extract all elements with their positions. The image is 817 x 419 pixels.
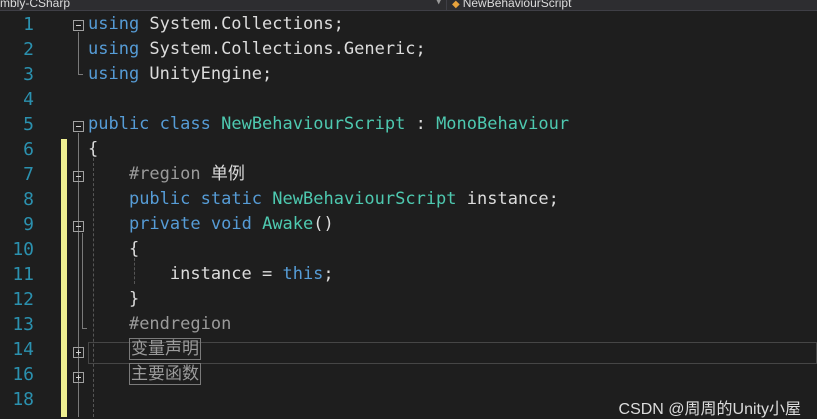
line-number: 14 [12,339,34,360]
line-number: 9 [23,214,34,235]
code-token: UnityEngine; [139,64,273,84]
code-token: 单例 [210,164,245,184]
code-token: using [88,39,140,59]
code-line[interactable]: 变量声明 [88,337,201,362]
code-line[interactable]: { [88,237,139,262]
code-token: using [88,14,140,34]
collapsed-region[interactable]: 主要函数 [128,363,201,385]
class-dropdown[interactable]: ◆ NewBehaviourScript [452,0,817,10]
code-token: void [210,214,252,234]
code-token: instance = [88,264,283,284]
code-token: using [88,64,140,84]
outline-line [82,328,87,329]
code-line[interactable]: } [88,287,139,312]
code-token: instance; [456,189,559,209]
project-dropdown[interactable]: mbly-CSharp [0,0,447,10]
code-line[interactable]: { [88,137,98,162]
code-line[interactable]: using System.Collections; [88,12,344,37]
code-token: #region [128,164,211,184]
code-line[interactable]: using System.Collections.Generic; [88,37,426,62]
collapse-icon[interactable] [73,171,84,182]
code-token: { [88,139,99,159]
expand-icon[interactable] [73,347,84,358]
line-number: 2 [23,39,34,60]
code-editor[interactable]: 1 2 3 4 5 6 7 8 9 10 11 12 13 14 16 18 using System.Col… [0,11,817,418]
code-token: () [313,214,334,234]
code-line[interactable]: #endregion [88,312,231,337]
code-line[interactable]: 主要函数 [88,362,201,387]
line-number: 18 [12,389,34,410]
code-token: static [200,189,263,209]
code-line[interactable]: private void Awake() [88,212,334,237]
collapse-icon[interactable] [73,121,84,132]
code-token: private [128,214,201,234]
outline-line [78,32,79,75]
project-dropdown-label: mbly-CSharp [0,0,71,10]
code-line[interactable]: #region 单例 [88,162,245,187]
line-number: 11 [12,264,34,285]
code-token: System.Collections; [139,14,344,34]
change-indicator-bar [61,139,67,417]
line-number: 13 [12,314,34,335]
code-token: this [282,264,324,284]
line-number: 16 [12,364,34,385]
expand-icon[interactable] [73,372,84,383]
class-icon: ◆ [452,0,460,10]
collapsed-region[interactable]: 变量声明 [128,338,201,360]
code-line[interactable]: public static NewBehaviourScript instanc… [88,187,559,212]
code-token: MonoBehaviour [436,114,570,134]
class-dropdown-label: NewBehaviourScript [462,0,572,10]
watermark: CSDN @周周的Unity小屋 [618,401,801,418]
code-token: ; [323,264,334,284]
line-number: 10 [12,239,34,260]
line-number: 5 [23,114,34,135]
code-token: : [405,114,437,134]
outline-line [82,233,83,329]
collapse-icon[interactable] [73,20,84,31]
code-line[interactable]: using UnityEngine; [88,62,272,87]
code-token: { [88,239,140,259]
code-token: NewBehaviourScript [221,114,406,134]
code-token: NewBehaviourScript [272,189,457,209]
line-number: 8 [23,189,34,210]
code-token: #endregion [128,314,232,334]
collapse-icon[interactable] [73,221,84,232]
code-line[interactable]: public class NewBehaviourScript : MonoBe… [88,112,569,137]
chevron-down-icon[interactable]: ▼ [436,0,441,7]
navigation-bar: mbly-CSharp ▼ ◆ NewBehaviourScript [0,0,817,11]
code-token: } [88,289,140,309]
line-number: 12 [12,289,34,310]
code-token: public [128,189,191,209]
code-line[interactable]: instance = this; [88,262,334,287]
line-number: 1 [23,14,34,35]
line-number: 4 [23,89,34,110]
line-number: 7 [23,164,34,185]
line-number: 3 [23,64,34,85]
line-number: 6 [23,139,34,160]
code-token: Awake [262,214,314,234]
code-token: class [159,114,211,134]
code-token: System.Collections.Generic; [139,39,426,59]
code-token: public [88,114,150,134]
outline-line [78,74,83,75]
